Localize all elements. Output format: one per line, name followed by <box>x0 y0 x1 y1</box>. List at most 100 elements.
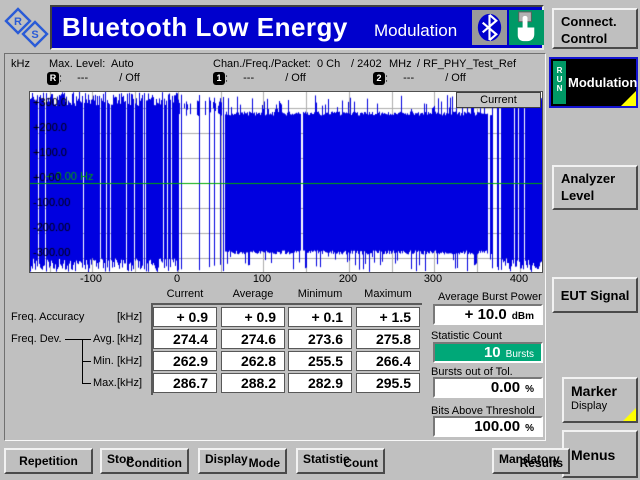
eut-signal-button[interactable]: EUT Signal <box>552 277 638 313</box>
table-header-separator <box>151 303 422 305</box>
bat-unit: % <box>525 423 534 434</box>
marker-triangle-icon <box>623 408 636 421</box>
marker-r-sep: : <box>59 72 63 85</box>
x-tick-200: 200 <box>338 273 358 285</box>
marker-r-readout: R: --- / Off <box>47 72 140 85</box>
row-label-freq-accuracy: Freq. Accuracy <box>11 311 85 323</box>
menus-button[interactable]: Menus <box>562 430 638 478</box>
analyzer-level-button[interactable]: Analyzer Level <box>552 165 638 210</box>
marker-r-state: / Off <box>119 72 140 85</box>
average-burst-power-label: Average Burst Power <box>438 291 542 303</box>
softkey-mandatory-results[interactable]: Mandatory Results <box>492 448 570 474</box>
marker-2-value: --- <box>403 72 415 85</box>
eut-signal-label: EUT Signal <box>560 287 630 303</box>
col-header-maximum: Maximum <box>364 288 412 300</box>
row-label-freq-dev: Freq. Dev. <box>11 333 62 345</box>
abp-unit: dBm <box>511 311 534 322</box>
marker-1-icon: 1 <box>213 72 225 85</box>
rohde-schwarz-logo: R S <box>4 6 50 50</box>
statistic-count-value: 10 Bursts <box>433 342 543 363</box>
packet-type-value: / RF_PHY_Test_Ref <box>417 58 517 70</box>
marker-r-value: --- <box>77 72 89 85</box>
sc-number: 10 <box>483 344 501 361</box>
freq-accuracy-minimum: + 0.1 <box>288 307 352 327</box>
softkey-repetition-label: Repetition <box>19 454 78 468</box>
tree-line-max <box>82 383 91 384</box>
run-indicator: RUN <box>553 61 566 104</box>
freq-dev-min-minimum: 255.5 <box>288 351 352 371</box>
row-unit-min: [kHz] <box>117 355 143 367</box>
freq-dev-max-minimum: 282.9 <box>288 373 352 393</box>
max-level-label: Max. Level: <box>49 58 106 70</box>
softkey-statistic-line2: Count <box>343 456 378 470</box>
marker-r-icon: R <box>47 72 59 85</box>
abp-number: + 10.0 <box>464 306 507 323</box>
row-sub-max: Max. <box>93 377 117 389</box>
average-burst-power-value: + 10.0 dBm <box>433 304 543 325</box>
x-tick-400: 400 <box>509 273 529 285</box>
marker-2-sep: : <box>385 72 389 85</box>
sc-unit: Bursts <box>505 349 534 360</box>
freq-dev-avg-average: 274.6 <box>221 329 285 349</box>
tree-line-avg <box>82 339 91 340</box>
x-tick-0: 0 <box>173 273 181 285</box>
analyzer-level-line2: Level <box>561 188 595 203</box>
frequency-value: / 2402 <box>351 58 382 70</box>
softkey-mandatory-line2: Results <box>519 456 563 470</box>
connect-control-line1: Connect. <box>561 14 617 29</box>
deviation-trace-canvas <box>30 92 542 272</box>
freq-dev-max-average: 288.2 <box>221 373 285 393</box>
freq-dev-min-current: 262.9 <box>153 351 217 371</box>
freq-dev-avg-maximum: 275.8 <box>356 329 420 349</box>
col-header-current: Current <box>166 288 204 300</box>
marker-sub-label: Display <box>571 400 608 412</box>
col-header-minimum: Minimum <box>297 288 343 300</box>
statistic-count-label: Statistic Count <box>431 330 502 342</box>
freq-accuracy-average: + 0.9 <box>221 307 285 327</box>
x-tick-100: 100 <box>252 273 272 285</box>
connect-control-button[interactable]: Connect. Control <box>552 8 638 49</box>
row-sub-avg: Avg. <box>93 333 115 345</box>
freq-accuracy-current: + 0.9 <box>153 307 217 327</box>
modulation-tab-button[interactable]: RUN Modulation <box>549 57 638 108</box>
tree-line-h1 <box>65 339 83 340</box>
row-sub-min: Min. <box>93 355 114 367</box>
freq-dev-avg-minimum: 273.6 <box>288 329 352 349</box>
freq-accuracy-maximum: + 1.5 <box>356 307 420 327</box>
softkey-display-line1: Display <box>205 452 248 466</box>
connect-control-line2: Control <box>561 31 608 46</box>
softkey-display-line2: Mode <box>248 456 280 470</box>
measurement-panel: kHz Max. Level: Auto Chan./Freq./Packet:… <box>4 53 546 441</box>
more-options-triangle-icon <box>621 91 636 106</box>
frequency-unit: MHz <box>389 58 412 70</box>
row-unit-avg: [kHz] <box>117 333 143 345</box>
deviation-plot <box>29 91 543 273</box>
touch-remote-icon <box>509 10 544 45</box>
softkey-stop-line2: Condition <box>126 456 182 470</box>
marker-display-button[interactable]: Marker Display <box>562 377 638 423</box>
tree-line-min <box>82 361 91 362</box>
x-tick--100: -100 <box>79 273 103 285</box>
svg-text:S: S <box>31 29 38 41</box>
bot-unit: % <box>525 384 534 395</box>
marker-label: Marker <box>571 383 617 399</box>
softkey-stop-condition[interactable]: Stop Condition <box>100 448 189 474</box>
softkey-statistic-count[interactable]: Statistic Count <box>296 448 385 474</box>
freq-dev-max-current: 286.7 <box>153 373 217 393</box>
svg-text:R: R <box>14 16 22 28</box>
row-unit-max: [kHz] <box>117 377 143 389</box>
marker-1-readout: 1: --- / Off <box>213 72 306 85</box>
marker-2-state: / Off <box>445 72 466 85</box>
softkey-display-mode[interactable]: Display Mode <box>198 448 287 474</box>
softkey-repetition[interactable]: Repetition <box>4 448 93 474</box>
bursts-out-of-tol-value: 0.00 % <box>433 377 543 398</box>
marker-2-readout: 2: --- / Off <box>373 72 466 85</box>
titlebar: Bluetooth Low Energy Modulation <box>50 5 544 50</box>
modulation-tab-label: Modulation <box>568 75 638 90</box>
marker-1-sep: : <box>225 72 229 85</box>
trace-legend-current: Current <box>456 92 541 108</box>
row-unit-freq-accuracy: [kHz] <box>117 311 143 323</box>
menus-label: Menus <box>571 447 616 463</box>
analyzer-level-line1: Analyzer <box>561 171 616 186</box>
freq-dev-min-maximum: 266.4 <box>356 351 420 371</box>
